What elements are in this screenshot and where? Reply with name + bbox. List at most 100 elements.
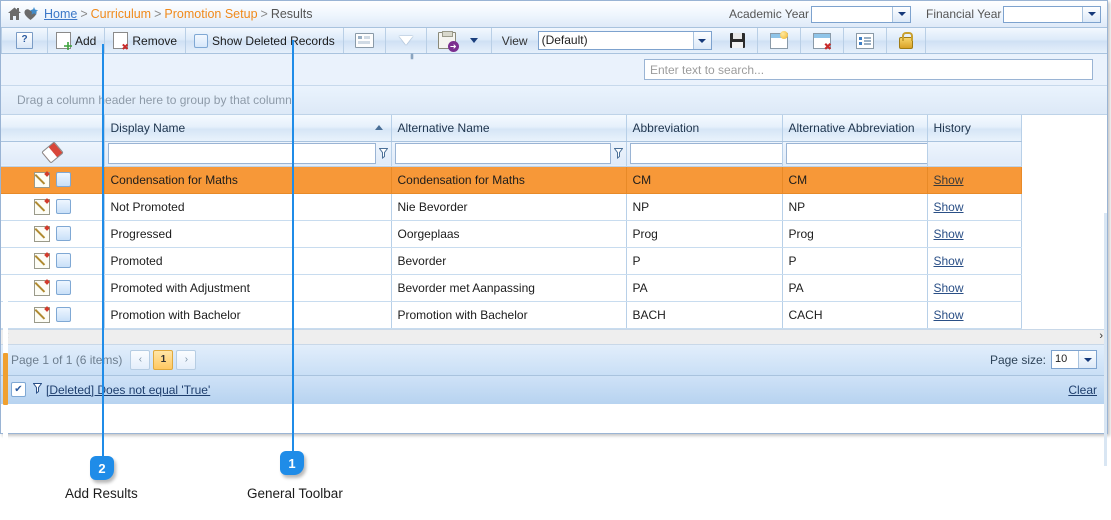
chevron-down-icon[interactable] xyxy=(1078,351,1096,368)
filter-expression-link[interactable]: [Deleted] Does not equal 'True' xyxy=(46,383,210,397)
filter-icon[interactable] xyxy=(613,148,623,159)
table-row[interactable]: Not Promoted Nie Bevorder NP NP Show xyxy=(1,193,1022,221)
select-row-checkbox[interactable] xyxy=(55,280,71,295)
filter-cell-alternative-name xyxy=(391,141,627,167)
column-header-abbreviation[interactable]: Abbreviation xyxy=(626,115,783,142)
table-row[interactable]: Progressed Oorgeplaas Prog Prog Show xyxy=(1,220,1022,248)
select-row-checkbox[interactable] xyxy=(55,253,71,268)
select-row-checkbox[interactable] xyxy=(55,307,71,322)
add-button[interactable]: Add xyxy=(48,28,106,53)
select-row-checkbox[interactable] xyxy=(55,226,71,241)
chevron-down-icon[interactable] xyxy=(692,32,711,49)
column-header-history[interactable]: History xyxy=(927,115,1022,142)
cell-history: Show xyxy=(927,274,1022,302)
home-icon[interactable] xyxy=(7,7,22,21)
details-icon xyxy=(855,32,874,49)
column-header-alternative-abbreviation[interactable]: Alternative Abbreviation xyxy=(782,115,928,142)
search-input[interactable] xyxy=(644,59,1093,80)
filter-cell-abbreviation xyxy=(626,141,783,167)
show-history-link[interactable]: Show xyxy=(934,308,964,322)
checkbox-icon[interactable] xyxy=(194,33,209,48)
delete-view-button[interactable] xyxy=(801,28,844,53)
column-header-alternative-name[interactable]: Alternative Name xyxy=(391,115,627,142)
group-by-hint: Drag a column header here to group by th… xyxy=(17,93,292,107)
card-view-icon xyxy=(354,33,374,48)
remove-icon xyxy=(113,32,130,52)
column-header-display-name[interactable]: Display Name xyxy=(104,115,392,142)
academic-year-combo[interactable] xyxy=(811,5,912,23)
edit-row-icon[interactable] xyxy=(33,171,50,188)
filter-input-alternative-abbreviation[interactable] xyxy=(785,143,926,164)
view-combo[interactable]: (Default) xyxy=(537,31,712,50)
breadcrumb-link-home[interactable]: Home xyxy=(44,7,77,21)
breadcrumb-bar: Home > Curriculum > Promotion Setup > Results … xyxy=(1,1,1107,28)
select-row-checkbox[interactable] xyxy=(55,172,71,187)
general-toolbar: ? Add Remove Show Deleted Records View xyxy=(1,28,1107,59)
pager-page-1-button[interactable]: 1 xyxy=(153,349,174,370)
scroll-right-icon[interactable]: › xyxy=(1099,331,1103,342)
cell-alternative-name: Promotion with Bachelor xyxy=(391,301,627,329)
eraser-icon[interactable] xyxy=(40,141,64,164)
breadcrumb-item-curriculum[interactable]: Curriculum xyxy=(91,7,151,21)
edit-row-icon[interactable] xyxy=(33,225,50,242)
clear-filter-cell[interactable] xyxy=(1,141,105,167)
filter-input-abbreviation[interactable] xyxy=(629,143,781,164)
breadcrumb-item-promotion-setup[interactable]: Promotion Setup xyxy=(164,7,257,21)
table-row[interactable]: Promoted Bevorder P P Show xyxy=(1,247,1022,275)
view-selector[interactable]: (Default) xyxy=(537,28,718,53)
save-as-new-button[interactable] xyxy=(758,28,801,53)
help-button[interactable]: ? xyxy=(1,28,48,53)
table-row[interactable]: Promoted with Adjustment Bevorder met Aan… xyxy=(1,274,1022,302)
academic-year-value xyxy=(812,7,892,22)
pager-prev-button[interactable]: ‹ xyxy=(130,349,151,370)
cell-alternative-abbreviation: PA xyxy=(782,274,928,302)
group-by-panel[interactable]: Drag a column header here to group by th… xyxy=(1,86,1107,115)
vertical-scrollbar[interactable] xyxy=(3,300,8,464)
filter-enabled-checkbox[interactable]: ✔ xyxy=(11,382,26,397)
chevron-down-icon[interactable] xyxy=(892,6,911,22)
show-history-link[interactable]: Show xyxy=(934,200,964,214)
show-history-link[interactable]: Show xyxy=(934,254,964,268)
select-row-checkbox[interactable] xyxy=(55,199,71,214)
lock-button[interactable] xyxy=(887,28,926,53)
show-history-link[interactable]: Show xyxy=(934,281,964,295)
card-view-button[interactable] xyxy=(344,28,386,53)
add-button-label: Add xyxy=(75,33,97,48)
page-size-combo[interactable]: 10 xyxy=(1051,350,1097,369)
filter-input-display-name[interactable] xyxy=(107,143,376,164)
edit-row-icon[interactable] xyxy=(33,279,50,296)
edit-row-icon[interactable] xyxy=(33,198,50,215)
cell-history: Show xyxy=(927,220,1022,248)
view-combo-value: (Default) xyxy=(541,33,588,47)
filter-expression-bar: ✔ [Deleted] Does not equal 'True' Clear xyxy=(1,375,1107,404)
chevron-down-icon[interactable] xyxy=(1082,6,1101,22)
details-button[interactable] xyxy=(844,28,887,53)
pager-next-button[interactable]: › xyxy=(176,349,197,370)
filter-cell-alternative-abbreviation xyxy=(782,141,928,167)
save-button[interactable] xyxy=(718,28,758,53)
filter-button[interactable] xyxy=(386,28,427,59)
clear-filter-button[interactable]: Clear xyxy=(1068,383,1097,397)
export-button[interactable] xyxy=(427,28,464,53)
table-row[interactable]: Condensation for Maths Condensation for M… xyxy=(1,166,1022,194)
filter-cell-history xyxy=(927,141,1022,167)
heart-icon[interactable] xyxy=(23,7,38,21)
horizontal-scrollbar[interactable]: ‹ › xyxy=(1,328,1107,345)
edit-row-icon[interactable] xyxy=(33,306,50,323)
vertical-scrollbar-thumb[interactable] xyxy=(3,353,8,405)
filter-input-alternative-name[interactable] xyxy=(394,143,611,164)
page-scrollbar-track[interactable] xyxy=(1104,213,1107,466)
table-row[interactable]: Promotion with Bachelor Promotion with Ba… xyxy=(1,301,1022,329)
edit-row-icon[interactable] xyxy=(33,252,50,269)
cell-display-name: Progressed xyxy=(104,220,392,248)
remove-button[interactable]: Remove xyxy=(105,28,187,53)
export-icon xyxy=(437,31,459,52)
cell-alternative-name: Oorgeplaas xyxy=(391,220,627,248)
financial-year-combo[interactable] xyxy=(1003,5,1102,23)
filter-icon[interactable] xyxy=(378,148,388,159)
show-history-link[interactable]: Show xyxy=(934,227,964,241)
page-size-selector: Page size: 10 xyxy=(990,350,1097,369)
show-history-link[interactable]: Show xyxy=(934,173,964,187)
show-deleted-records-toggle[interactable]: Show Deleted Records xyxy=(186,28,344,53)
export-dropdown-button[interactable] xyxy=(464,28,492,53)
